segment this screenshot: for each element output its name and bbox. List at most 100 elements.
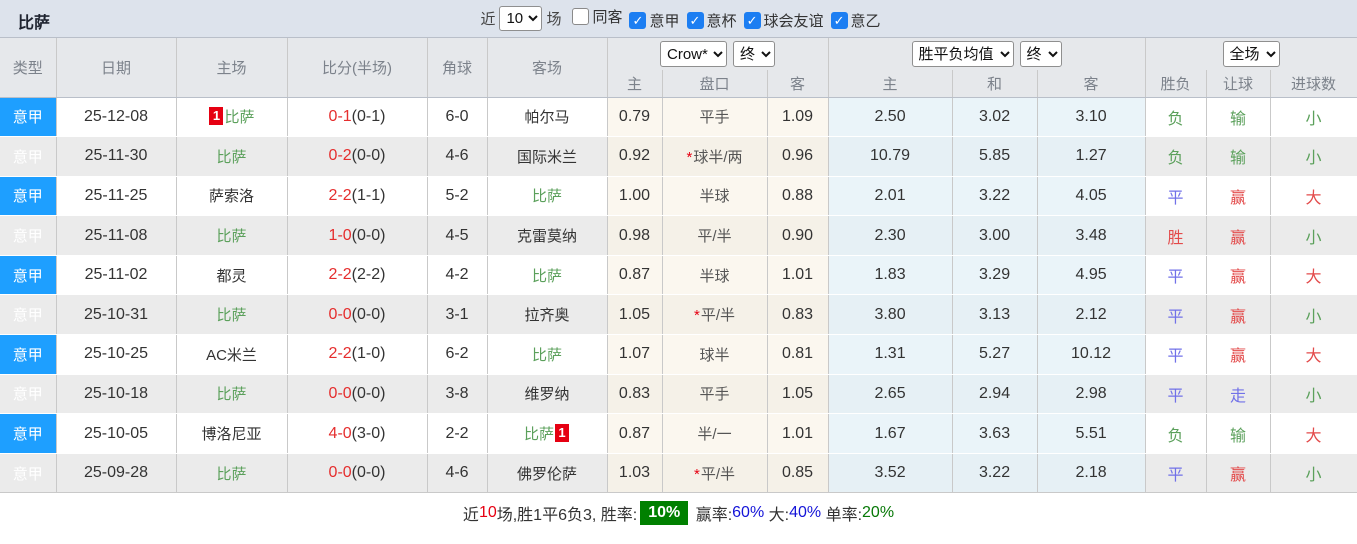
away-team-cell: 拉齐奥 [487,295,607,335]
date-cell: 25-11-25 [56,176,176,216]
score-cell: 0-0(0-0) [287,374,427,414]
away-team-cell: 比萨1 [487,414,607,454]
result-outcome: 负 [1145,414,1206,454]
filter-checkbox-italy-cup[interactable]: ✓意杯 [687,10,737,31]
avg-away-odds: 2.12 [1037,295,1145,335]
result-outcome: 平 [1145,374,1206,414]
col-header-score: 比分(半场) [287,38,427,97]
summary-segment: 10% [640,501,688,525]
date-cell: 25-10-31 [56,295,176,335]
filter-checkbox-same-opponent[interactable]: 同客 [572,6,622,27]
avg-home-odds: 10.79 [828,137,952,177]
filter-checkbox-serie-b[interactable]: ✓意乙 [831,10,881,31]
league-cell: 意甲 [0,374,56,414]
result-goals: 大 [1270,255,1357,295]
avg-home-odds: 2.50 [828,97,952,137]
avg-draw-odds: 3.13 [952,295,1037,335]
crow-home-odds: 0.87 [607,255,662,295]
league-cell: 意甲 [0,295,56,335]
filter-checkbox-club-friendly[interactable]: ✓球会友谊 [744,10,824,31]
result-handicap: 赢 [1206,176,1270,216]
page-title: 比萨 [18,9,50,33]
date-cell: 25-11-08 [56,216,176,256]
avg-away-odds: 3.48 [1037,216,1145,256]
date-cell: 25-11-30 [56,137,176,177]
filter-checkbox-serie-a[interactable]: ✓意甲 [629,10,679,31]
crow-handicap: 半球 [662,255,767,295]
filter-checkbox-group: 同客✓意甲✓意杯✓球会友谊✓意乙 [565,6,880,31]
corners-cell: 3-8 [427,374,487,414]
home-team-cell: AC米兰 [176,335,287,375]
avg-draw-odds: 3.29 [952,255,1037,295]
league-cell: 意甲 [0,176,56,216]
league-cell: 意甲 [0,414,56,454]
corners-cell: 5-2 [427,176,487,216]
avg-away-odds: 5.51 [1037,414,1145,454]
result-goals: 小 [1270,453,1357,493]
avg-home-odds: 1.83 [828,255,952,295]
col-header-avg-away: 客 [1037,70,1145,97]
summary-segment: 赢率: [691,501,732,525]
league-cell: 意甲 [0,216,56,256]
away-team-cell: 比萨 [487,335,607,375]
games-label: 场 [546,8,561,29]
recent-count-select[interactable]: 10 [499,6,542,31]
avg-away-odds: 10.12 [1037,335,1145,375]
avg-draw-odds: 3.22 [952,176,1037,216]
crow-handicap: 平手 [662,374,767,414]
crow-away-odds: 0.88 [767,176,828,216]
league-cell: 意甲 [0,453,56,493]
score-cell: 2-2(1-0) [287,335,427,375]
result-handicap: 输 [1206,97,1270,137]
summary-segment: 20% [862,504,894,522]
home-team-cell: 比萨 [176,374,287,414]
checkbox-label: 意甲 [649,10,679,31]
away-team-cell: 国际米兰 [487,137,607,177]
avg-type-select[interactable]: 胜平负均值 [912,41,1014,67]
home-team-cell: 都灵 [176,255,287,295]
crow-away-odds: 0.83 [767,295,828,335]
crow-away-odds: 1.09 [767,97,828,137]
summary-segment: 近 [463,501,479,525]
odds-company-final-select[interactable]: 终 [733,41,775,67]
avg-home-odds: 1.67 [828,414,952,454]
col-header-type: 类型 [0,38,56,97]
table-row: 意甲25-11-02都灵2-2(2-2)4-2比萨0.87半球1.011.833… [0,255,1357,295]
crow-handicap: 平/半 [662,216,767,256]
table-row: 意甲25-10-18比萨0-0(0-0)3-8维罗纳0.83平手1.052.65… [0,374,1357,414]
result-outcome: 负 [1145,97,1206,137]
result-goals: 大 [1270,414,1357,454]
table-row: 意甲25-11-30比萨0-2(0-0)4-6国际米兰0.92*球半/两0.96… [0,137,1357,177]
col-header-home: 主场 [176,38,287,97]
avg-final-select[interactable]: 终 [1020,41,1062,67]
checkbox-icon: ✓ [831,12,848,29]
avg-away-odds: 1.27 [1037,137,1145,177]
avg-away-odds: 2.18 [1037,453,1145,493]
checkbox-icon: ✓ [687,12,704,29]
match-rows: 意甲25-12-081比萨0-1(0-1)6-0帕尔马0.79平手1.092.5… [0,97,1357,493]
result-goals: 小 [1270,97,1357,137]
date-cell: 25-12-08 [56,97,176,137]
result-outcome: 胜 [1145,216,1206,256]
fullmatch-select[interactable]: 全场 [1223,41,1280,67]
crow-handicap: *球半/两 [662,137,767,177]
table-row: 意甲25-10-05博洛尼亚4-0(3-0)2-2比萨10.87半/一1.011… [0,414,1357,454]
avg-draw-odds: 2.94 [952,374,1037,414]
avg-away-odds: 2.98 [1037,374,1145,414]
col-header-result-outcome: 胜负 [1145,70,1206,97]
avg-home-odds: 2.65 [828,374,952,414]
date-cell: 25-10-18 [56,374,176,414]
odds-company-select[interactable]: Crow* [660,41,727,67]
result-outcome: 平 [1145,453,1206,493]
crow-away-odds: 1.01 [767,414,828,454]
result-outcome: 平 [1145,295,1206,335]
home-team-cell: 比萨 [176,216,287,256]
col-header-crow-away: 客 [767,70,828,97]
avg-away-odds: 3.10 [1037,97,1145,137]
summary-bar: 近10场,胜1平6负3, 胜率:10% 赢率:60% 大:40% 单率:20% [0,493,1357,533]
score-cell: 0-2(0-0) [287,137,427,177]
table-row: 意甲25-10-31比萨0-0(0-0)3-1拉齐奥1.05*平/半0.833.… [0,295,1357,335]
crow-select-group: Crow*终 [607,38,828,70]
result-handicap: 赢 [1206,216,1270,256]
avg-home-odds: 1.31 [828,335,952,375]
